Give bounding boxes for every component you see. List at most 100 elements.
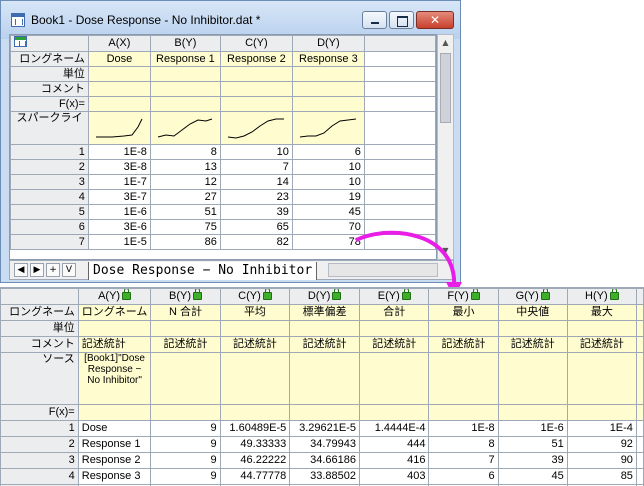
source-cell[interactable]: [150, 352, 221, 405]
data-cell[interactable]: 86: [149, 234, 221, 250]
data-cell[interactable]: 3E-7: [87, 189, 151, 205]
unit-cell[interactable]: [150, 320, 221, 337]
comment-cell[interactable]: 記述統計: [428, 336, 499, 353]
longname-cell[interactable]: ロングネーム: [77, 304, 152, 321]
data-cell[interactable]: Response 1: [77, 436, 152, 453]
data-cell[interactable]: 51: [497, 436, 568, 453]
row-label-comment[interactable]: コメント: [10, 81, 89, 97]
empty-cell[interactable]: [363, 174, 436, 190]
longname-cell[interactable]: 最大: [566, 304, 637, 321]
data-cell[interactable]: 1E-6: [87, 204, 151, 220]
row-label-source[interactable]: ソース: [0, 352, 79, 405]
data-cell[interactable]: 1E-6: [497, 420, 568, 437]
formula-cell[interactable]: [289, 404, 361, 421]
unit-cell[interactable]: [359, 320, 430, 337]
data-cell[interactable]: 403: [359, 468, 430, 485]
column-header[interactable]: G(Y): [497, 288, 568, 305]
source-cell[interactable]: [359, 352, 430, 405]
source-cell[interactable]: [497, 352, 568, 405]
column-header[interactable]: E(Y): [359, 288, 430, 305]
data-cell[interactable]: 90: [566, 452, 637, 469]
sparkline-cell[interactable]: [87, 111, 151, 145]
empty-cell[interactable]: [363, 96, 436, 112]
data-cell[interactable]: 6: [291, 144, 365, 160]
data-cell[interactable]: 45: [291, 204, 365, 220]
maximize-button[interactable]: [389, 11, 414, 29]
column-header-empty[interactable]: [635, 288, 644, 305]
formula-cell[interactable]: [359, 404, 430, 421]
data-cell[interactable]: 3.29621E-5: [289, 420, 361, 437]
formula-cell[interactable]: [219, 96, 293, 112]
empty-cell[interactable]: [635, 404, 644, 421]
formula-cell[interactable]: [87, 96, 151, 112]
sparkline-cell[interactable]: [219, 111, 293, 145]
longname-cell[interactable]: Response 2: [219, 51, 293, 67]
data-cell[interactable]: 23: [219, 189, 293, 205]
data-cell[interactable]: 51: [149, 204, 221, 220]
empty-cell[interactable]: [635, 468, 644, 485]
row-index[interactable]: 4: [0, 468, 79, 485]
source-cell[interactable]: [289, 352, 361, 405]
data-cell[interactable]: 12: [149, 174, 221, 190]
empty-cell[interactable]: [363, 159, 436, 175]
column-header[interactable]: F(Y): [428, 288, 499, 305]
longname-cell[interactable]: 平均: [219, 304, 291, 321]
formula-cell[interactable]: [149, 96, 221, 112]
column-header[interactable]: C(Y): [219, 35, 293, 52]
data-cell[interactable]: 6: [428, 468, 499, 485]
unit-cell[interactable]: [566, 320, 637, 337]
formula-cell[interactable]: [77, 404, 152, 421]
empty-cell[interactable]: [635, 420, 644, 437]
data-cell[interactable]: 46.22222: [219, 452, 291, 469]
data-cell[interactable]: 82: [219, 234, 293, 250]
comment-cell[interactable]: [149, 81, 221, 97]
unit-cell[interactable]: [291, 66, 365, 82]
data-cell[interactable]: 65: [219, 219, 293, 235]
data-cell[interactable]: 1E-8: [428, 420, 499, 437]
row-label-longname[interactable]: ロングネーム: [10, 51, 89, 67]
data-cell[interactable]: 39: [497, 452, 568, 469]
data-cell[interactable]: 45: [497, 468, 568, 485]
prev-sheet-button[interactable]: ◀: [14, 263, 28, 277]
close-button[interactable]: ✕: [416, 11, 454, 29]
column-header[interactable]: A(Y): [77, 288, 152, 305]
sheet-corner[interactable]: [0, 288, 79, 305]
next-sheet-button[interactable]: ▶: [30, 263, 44, 277]
data-cell[interactable]: 92: [566, 436, 637, 453]
column-header[interactable]: D(Y): [291, 35, 365, 52]
unit-cell[interactable]: [428, 320, 499, 337]
row-index[interactable]: 2: [10, 159, 89, 175]
comment-cell[interactable]: 記述統計: [77, 336, 152, 353]
empty-cell[interactable]: [363, 204, 436, 220]
column-header[interactable]: B(Y): [149, 35, 221, 52]
empty-cell[interactable]: [363, 81, 436, 97]
data-cell[interactable]: 7: [219, 159, 293, 175]
comment-cell[interactable]: [219, 81, 293, 97]
row-label-unit[interactable]: 単位: [0, 320, 79, 337]
data-cell[interactable]: 19: [291, 189, 365, 205]
unit-cell[interactable]: [219, 66, 293, 82]
data-cell[interactable]: 9: [150, 468, 221, 485]
comment-cell[interactable]: [87, 81, 151, 97]
column-header[interactable]: H(Y): [566, 288, 637, 305]
empty-cell[interactable]: [363, 144, 436, 160]
data-cell[interactable]: 1.60489E-5: [219, 420, 291, 437]
sheet-corner[interactable]: [10, 35, 89, 52]
empty-cell[interactable]: [635, 436, 644, 453]
longname-cell[interactable]: N 合計: [150, 304, 221, 321]
longname-cell[interactable]: 中央値: [497, 304, 568, 321]
data-cell[interactable]: 9: [150, 420, 221, 437]
data-cell[interactable]: 1.4444E-4: [359, 420, 430, 437]
data-cell[interactable]: 34.79943: [289, 436, 361, 453]
empty-cell[interactable]: [635, 320, 644, 337]
data-cell[interactable]: 1E-4: [566, 420, 637, 437]
column-header[interactable]: B(Y): [150, 288, 221, 305]
data-cell[interactable]: 1E-7: [87, 174, 151, 190]
source-cell[interactable]: [Book1]"Dose Response − No Inhibitor": [77, 352, 152, 405]
empty-cell[interactable]: [363, 111, 436, 145]
data-cell[interactable]: 10: [291, 174, 365, 190]
data-cell[interactable]: 44.77778: [219, 468, 291, 485]
longname-cell[interactable]: Response 3: [291, 51, 365, 67]
row-label-unit[interactable]: 単位: [10, 66, 89, 82]
formula-cell[interactable]: [291, 96, 365, 112]
